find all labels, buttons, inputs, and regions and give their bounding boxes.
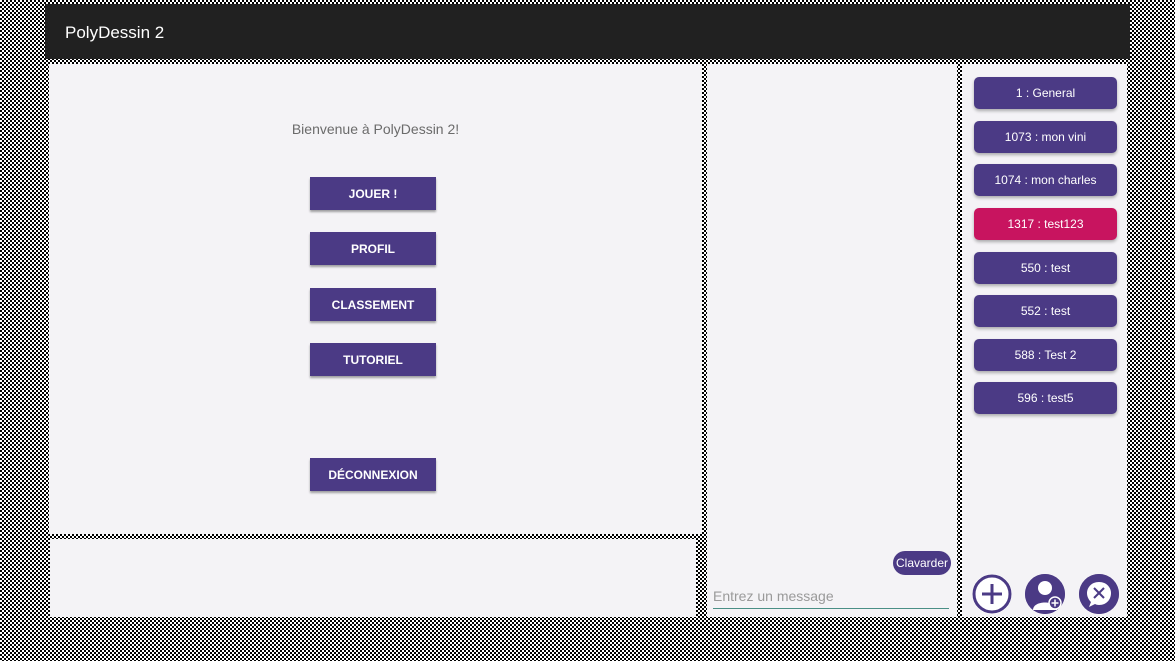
logout-button[interactable]: DÉCONNEXION bbox=[310, 458, 436, 491]
app-titlebar: PolyDessin 2 bbox=[45, 4, 1130, 59]
bottom-panel bbox=[50, 539, 696, 617]
channel-item[interactable]: 596 : test5 bbox=[974, 382, 1117, 414]
ranking-button[interactable]: CLASSEMENT bbox=[310, 288, 436, 321]
channel-item[interactable]: 1 : General bbox=[974, 77, 1117, 109]
add-channel-icon bbox=[972, 574, 1012, 614]
chat-messages bbox=[707, 64, 957, 544]
add-user-icon bbox=[1025, 574, 1065, 614]
profile-button[interactable]: PROFIL bbox=[310, 232, 436, 265]
channel-item[interactable]: 552 : test bbox=[974, 295, 1117, 327]
tutorial-button[interactable]: TUTORIEL bbox=[310, 343, 436, 376]
welcome-text: Bienvenue à PolyDessin 2! bbox=[291, 121, 460, 137]
message-input[interactable] bbox=[713, 584, 949, 609]
play-button[interactable]: JOUER ! bbox=[310, 177, 436, 210]
channel-item[interactable]: 1074 : mon charles bbox=[974, 164, 1117, 196]
send-message-button[interactable]: Clavarder bbox=[893, 551, 951, 575]
add-user-button[interactable] bbox=[1025, 574, 1065, 614]
channel-item-active[interactable]: 1317 : test123 bbox=[974, 208, 1117, 240]
leave-channel-button[interactable] bbox=[1079, 574, 1119, 614]
leave-channel-icon bbox=[1079, 574, 1119, 614]
add-channel-button[interactable] bbox=[972, 574, 1012, 614]
home-panel: Bienvenue à PolyDessin 2! JOUER ! PROFIL… bbox=[49, 64, 702, 534]
channel-item[interactable]: 1073 : mon vini bbox=[974, 121, 1117, 153]
channels-panel: 1 : General 1073 : mon vini 1074 : mon c… bbox=[962, 64, 1127, 617]
channel-item[interactable]: 550 : test bbox=[974, 252, 1117, 284]
app-title: PolyDessin 2 bbox=[65, 23, 165, 42]
channel-item[interactable]: 588 : Test 2 bbox=[974, 339, 1117, 371]
chat-panel: Clavarder bbox=[707, 64, 957, 617]
